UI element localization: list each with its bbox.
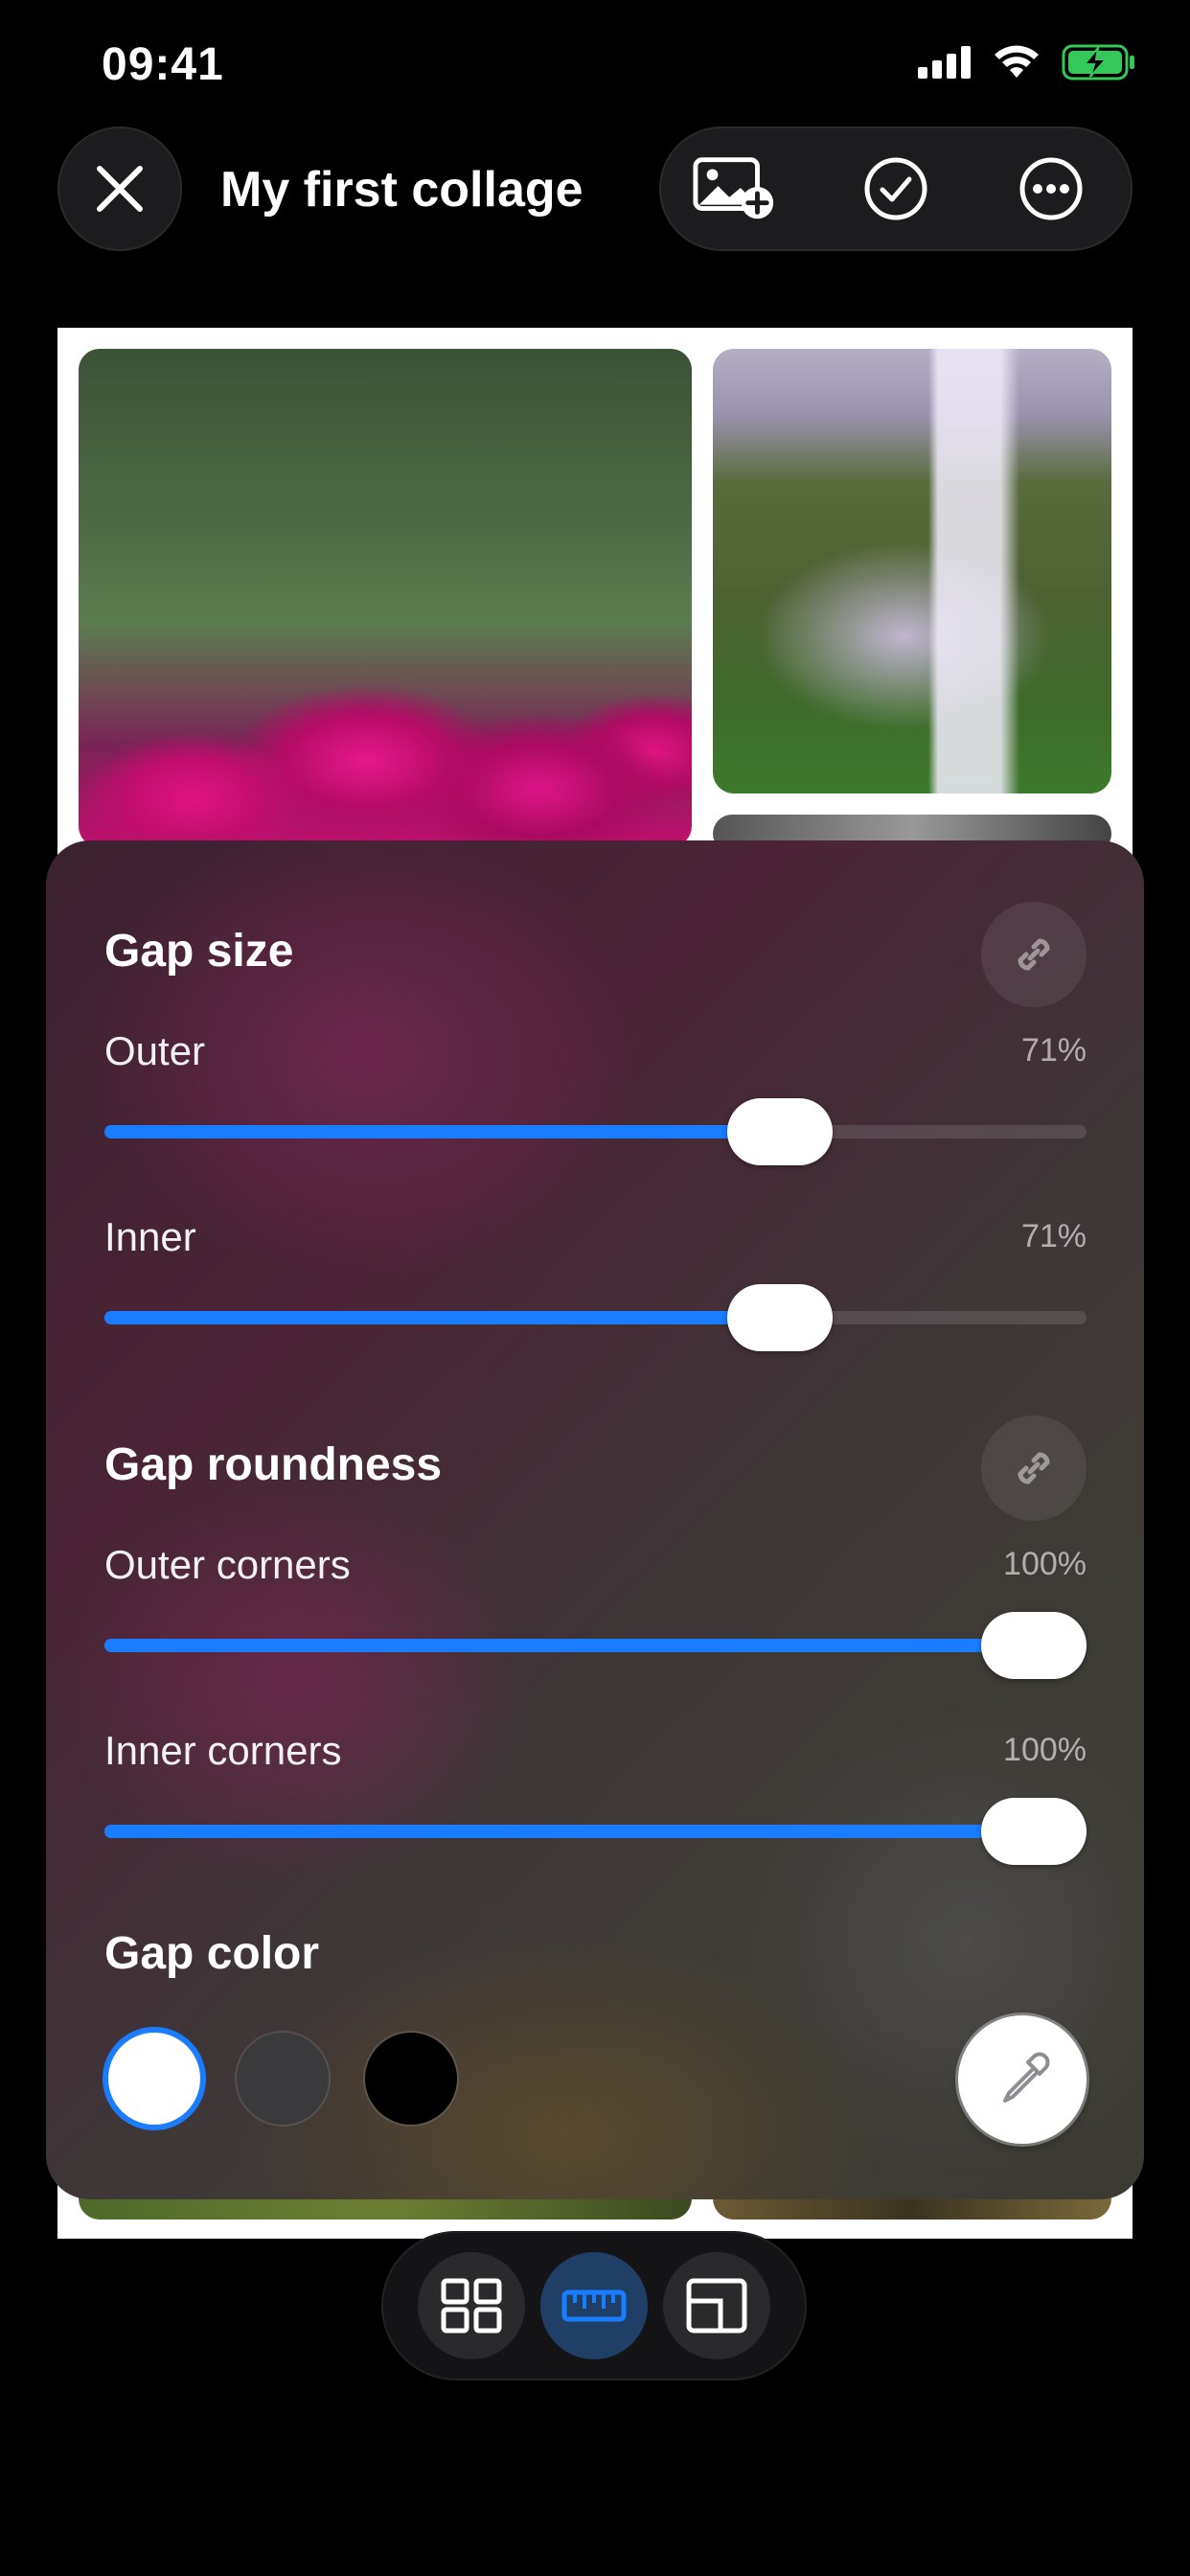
add-photo-icon xyxy=(693,157,774,219)
confirm-button[interactable] xyxy=(853,146,939,232)
bottom-mode-bar xyxy=(381,2231,807,2380)
close-button[interactable] xyxy=(57,126,182,251)
inner-corners-slider[interactable] xyxy=(104,1798,1087,1865)
outer-corners-slider[interactable] xyxy=(104,1612,1087,1679)
top-toolbar xyxy=(659,126,1133,251)
link-icon xyxy=(1018,1452,1050,1484)
outer-corners-slider-fill xyxy=(104,1639,1034,1652)
aspect-ratio-tab[interactable] xyxy=(663,2252,770,2359)
grid-layout-icon xyxy=(441,2278,502,2334)
inner-gap-slider-fill xyxy=(104,1311,780,1324)
link-icon xyxy=(1018,938,1050,971)
more-options-icon xyxy=(1019,157,1083,220)
gap-color-title: Gap color xyxy=(104,1928,320,1979)
inner-corners-value: 100% xyxy=(1003,1732,1087,1768)
close-icon xyxy=(97,166,143,212)
inner-corners-slider-fill xyxy=(104,1825,1034,1838)
outer-gap-slider-fill xyxy=(104,1125,780,1138)
inner-gap-slider[interactable] xyxy=(104,1284,1087,1351)
eyedropper-icon xyxy=(1003,2052,1050,2103)
ruler-icon xyxy=(561,2289,627,2322)
wifi-icon xyxy=(995,45,1039,78)
gap-size-title: Gap size xyxy=(104,926,294,977)
more-options-button[interactable] xyxy=(1008,146,1094,232)
inner-gap-slider-thumb[interactable] xyxy=(727,1284,833,1351)
link-gap-roundness-button[interactable] xyxy=(981,1415,1087,1521)
color-swatch-black[interactable] xyxy=(365,2033,457,2125)
gap-roundness-title: Gap roundness xyxy=(104,1439,443,1490)
collage-photo-waterfall[interactable] xyxy=(713,349,1111,794)
page-title: My first collage xyxy=(220,162,584,218)
status-icons xyxy=(918,44,1136,80)
link-gap-size-button[interactable] xyxy=(981,902,1087,1007)
status-time: 09:41 xyxy=(102,39,224,90)
outer-gap-value: 71% xyxy=(1020,1032,1087,1069)
color-swatch-white[interactable] xyxy=(108,2033,200,2125)
gap-settings-panel: Gap size Outer 71% Inner 71% Gap roundne… xyxy=(46,840,1144,2199)
outer-gap-slider-thumb[interactable] xyxy=(727,1098,833,1165)
outer-gap-slider[interactable] xyxy=(104,1098,1087,1165)
battery-charging-icon xyxy=(1062,44,1134,80)
outer-gap-label: Outer xyxy=(104,1028,206,1073)
outer-corners-label: Outer corners xyxy=(104,1542,351,1587)
color-swatch-dark-gray[interactable] xyxy=(237,2033,329,2125)
eyedropper-button[interactable] xyxy=(958,2015,1087,2144)
inner-corners-slider-thumb[interactable] xyxy=(981,1798,1087,1865)
collage-photo-flowers[interactable] xyxy=(79,349,692,847)
layout-tab[interactable] xyxy=(418,2252,525,2359)
inner-corners-label: Inner corners xyxy=(104,1728,342,1773)
inner-gap-value: 71% xyxy=(1020,1218,1087,1254)
add-photo-button[interactable] xyxy=(692,146,778,232)
inner-gap-label: Inner xyxy=(104,1214,196,1259)
outer-corners-value: 100% xyxy=(1003,1546,1087,1582)
outer-corners-slider-thumb[interactable] xyxy=(981,1612,1087,1679)
aspect-ratio-icon xyxy=(686,2278,747,2334)
checkmark-circle-icon xyxy=(864,157,927,220)
spacing-tab[interactable] xyxy=(540,2252,648,2359)
signal-icon xyxy=(918,46,971,79)
